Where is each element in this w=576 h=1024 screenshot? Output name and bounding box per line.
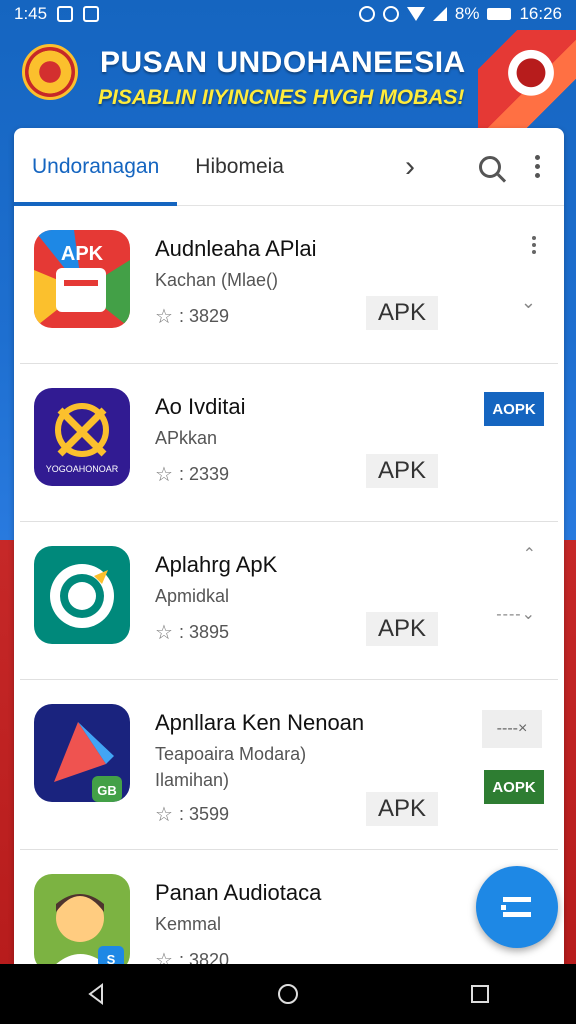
overflow-menu-icon[interactable] [535,155,540,178]
banner-title: PUSAN UNDOHANEESIA [100,46,466,79]
signal-icon [432,7,447,21]
banner-subtitle: PISABLIN IIYINCNES HVGH MOBAS! [98,86,465,109]
rating-value: : 2339 [178,464,229,484]
tab-undoranagan[interactable]: Undoranagan [14,128,178,206]
filter-fab-button[interactable] [476,866,558,948]
rating-value: : 3820 [178,950,229,964]
alarm-icon [358,6,375,22]
app-icon: APK [34,230,130,328]
rating-value: : 3599 [178,804,229,824]
app-name: Ao Ivditai [155,394,246,419]
tab-bar: Undoranagan Hibomeia › [14,128,564,206]
download-apk-button[interactable]: AOPK [484,770,544,804]
app-icon-tag: S [107,952,116,964]
emblem-logo [22,44,78,100]
list-item[interactable]: GB Apnllara Ken Nenoan Teapoaira Modara)… [20,680,558,850]
app-name: Apnllara Ken Nenoan [155,710,365,735]
list-item[interactable]: Aplahrg ApK Apmidkal ☆: 3895 APK ⌃ ----⌄ [20,522,558,680]
app-rating: ☆: 3599 [155,802,229,827]
photo-notification-icon [57,6,74,22]
expand-control[interactable]: ----⌄ [496,604,536,624]
app-rating: ☆: 3829 [155,304,229,329]
app-developer-line2: Ilamihan) [155,770,230,790]
app-developer: Teapoaira Modara) [155,744,307,764]
app-rating: ☆ : 3820 [155,948,229,964]
app-rating: ☆: 3895 [155,620,229,645]
tab-hibomeia[interactable]: Hibomeia [177,128,302,206]
status-time-right: 16:26 [519,4,562,23]
chevron-right-icon[interactable]: › [405,150,415,184]
list-item[interactable]: APK Audnleaha APlai Kachan (Mlae() ☆: 38… [20,206,558,364]
battery-icon [487,8,512,20]
list-item[interactable]: YOGOAHONOAR Ao Ivditai APkkan ☆: 2339 AP… [20,364,558,522]
app-developer: APkkan [155,428,218,448]
apk-tag[interactable]: APK [366,792,438,826]
star-icon: ☆ [155,306,173,328]
chevron-down-icon[interactable]: ⌄ [521,292,536,313]
more-options-icon[interactable] [532,236,536,254]
app-developer: Kachan (Mlae() [155,270,279,290]
star-icon: ☆ [155,464,173,486]
wifi-icon [406,7,425,21]
app-icon-text: APK [61,243,104,265]
expand-dots: ---- [496,606,522,623]
download-apk-button[interactable]: AOPK [484,392,544,426]
star-icon: ☆ [155,804,173,826]
app-icon: YOGOAHONOAR [34,388,130,486]
apk-tag[interactable]: APK [366,454,438,488]
back-icon[interactable] [84,982,108,1006]
sort-icon[interactable]: ⌃ [523,544,536,564]
recent-apps-icon[interactable] [468,982,492,1006]
app-list-card: Undoranagan Hibomeia › APK Audnleaha APl… [14,128,564,964]
search-icon[interactable] [479,155,501,178]
status-time-left: 1:45 [14,4,48,23]
app-name: Aplahrg ApK [155,552,278,577]
star-icon: ☆ [155,622,173,644]
apk-tag[interactable]: APK [366,612,438,646]
app-developer: Kemmal [155,914,222,934]
app-list: APK Audnleaha APlai Kachan (Mlae() ☆: 38… [14,206,564,964]
app-notification-icon [83,6,100,22]
rating-value: : 3895 [178,622,229,642]
header-banner: PUSAN UNDOHANEESIA PISABLIN IIYINCNES HV… [0,30,576,128]
rating-value: : 3829 [178,306,229,326]
system-nav-bar [0,964,576,1024]
settings-status-icon [382,6,399,22]
app-icon [34,546,130,644]
app-name: Panan Audiotaca [155,880,322,905]
app-name: Audnleaha APlai [155,236,317,261]
star-icon: ☆ [155,950,173,964]
app-developer: Apmidkal [155,586,230,606]
app-icon-text: YOGOAHONOAR [46,464,119,474]
app-icon-tag: GB [97,783,117,798]
garuda-emblem [502,48,560,110]
apk-tag[interactable]: APK [366,296,438,330]
app-icon: GB [34,704,130,802]
app-icon: S [34,874,130,964]
home-icon[interactable] [276,982,300,1006]
filter-icon [501,897,531,917]
dismiss-button[interactable]: ----× [482,710,542,748]
status-bar: 1:45 8% 16:26 [0,0,576,28]
battery-percent: 8% [454,4,480,23]
app-rating: ☆: 2339 [155,462,229,487]
